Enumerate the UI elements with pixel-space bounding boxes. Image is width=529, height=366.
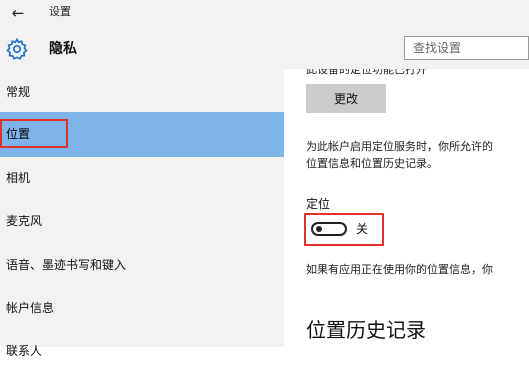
location-toggle-label: 定位: [306, 197, 331, 211]
settings-header: ← 设置 隐私: [0, 0, 529, 69]
search-box[interactable]: [404, 36, 529, 60]
location-history-heading: 位置历史记录: [306, 318, 426, 342]
toggle-knob: [316, 226, 322, 232]
sidebar-item-speech-inking-typing[interactable]: 语音、墨迹书写和键入: [0, 250, 284, 280]
gear-icon: [6, 37, 28, 60]
sidebar-item-camera[interactable]: 相机: [0, 163, 284, 193]
sidebar-item-general[interactable]: 常规: [0, 77, 284, 107]
sidebar-item-label: 帐户信息: [6, 301, 55, 315]
location-description: 为此帐户启用定位服务时，你所允许的 位置信息和位置历史记录。: [306, 138, 529, 172]
sidebar-item-label: 相机: [6, 171, 31, 185]
location-toggle[interactable]: [311, 222, 347, 236]
search-input[interactable]: [405, 37, 529, 59]
content-pane: 此设备的定位功能已打开 更改 为此帐户启用定位服务时，你所允许的 位置信息和位置…: [284, 69, 529, 347]
page-title: 隐私: [49, 41, 77, 57]
sidebar: 常规 位置 相机 麦克风 语音、墨迹书写和键入 帐户信息 联系人: [0, 69, 284, 358]
sidebar-item-label: 常规: [6, 85, 31, 99]
toggle-state-text: 关: [356, 222, 369, 236]
location-description-line: 位置信息和位置历史记录。: [306, 157, 438, 170]
sidebar-item-label: 位置: [6, 127, 31, 141]
change-button[interactable]: 更改: [306, 84, 386, 113]
sidebar-item-label: 联系人: [6, 344, 43, 358]
window-title: 设置: [49, 5, 71, 18]
sidebar-item-contacts[interactable]: 联系人: [0, 336, 284, 366]
red-highlight-box: 关: [304, 213, 384, 246]
device-location-status-text: 此设备的定位功能已打开: [306, 69, 427, 76]
back-arrow-icon[interactable]: ←: [8, 3, 28, 23]
sidebar-item-location[interactable]: 位置: [0, 112, 284, 157]
sidebar-item-label: 麦克风: [6, 214, 43, 228]
sidebar-item-account-info[interactable]: 帐户信息: [0, 293, 284, 323]
app-location-description: 如果有应用正在使用你的位置信息，你: [306, 263, 493, 276]
sidebar-item-microphone[interactable]: 麦克风: [0, 206, 284, 236]
sidebar-item-label: 语音、墨迹书写和键入: [6, 258, 127, 272]
location-description-line: 为此帐户启用定位服务时，你所允许的: [306, 140, 493, 153]
